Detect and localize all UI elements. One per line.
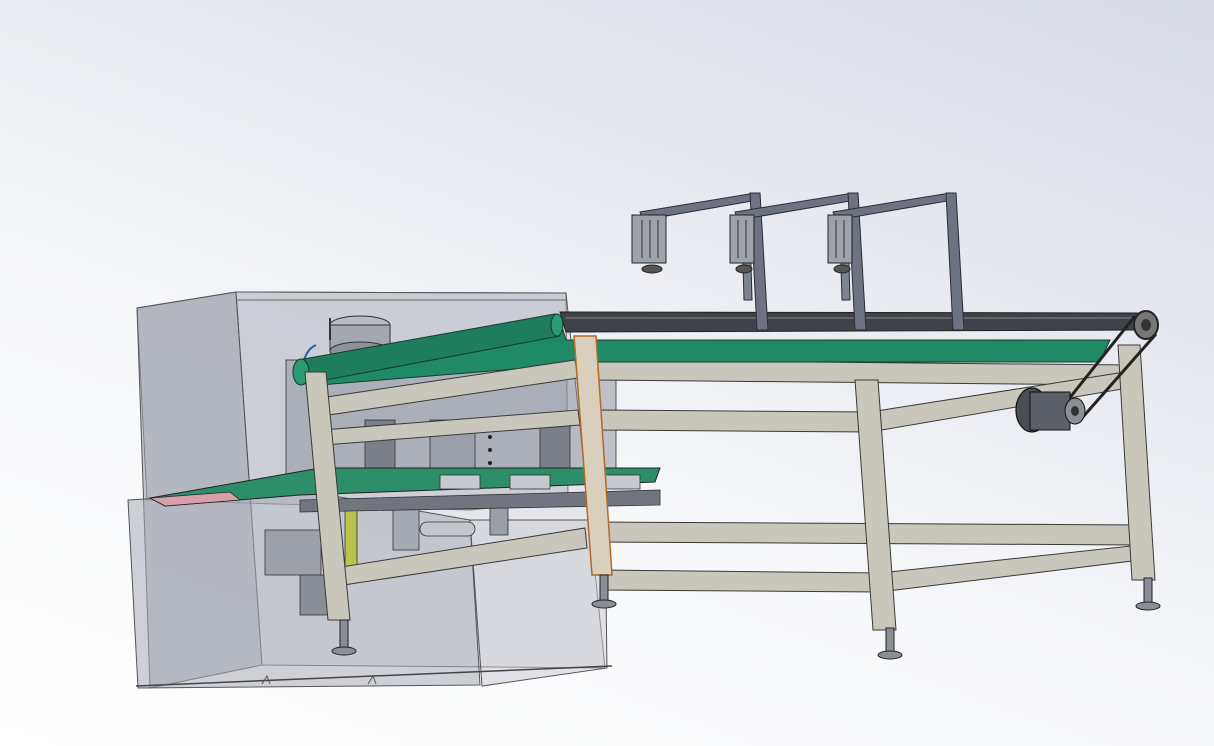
overhead-brackets	[639, 192, 965, 331]
main-frame	[595, 344, 1156, 631]
sensor-units	[631, 214, 853, 274]
foot-rear-middle	[877, 627, 903, 660]
frame-rail-back-middle	[599, 409, 871, 433]
sensor-unit-1	[631, 214, 667, 274]
conveyor-machine-model[interactable]	[0, 0, 1214, 746]
cad-viewport[interactable]	[0, 0, 1214, 746]
foot-rear-right	[1135, 577, 1161, 611]
